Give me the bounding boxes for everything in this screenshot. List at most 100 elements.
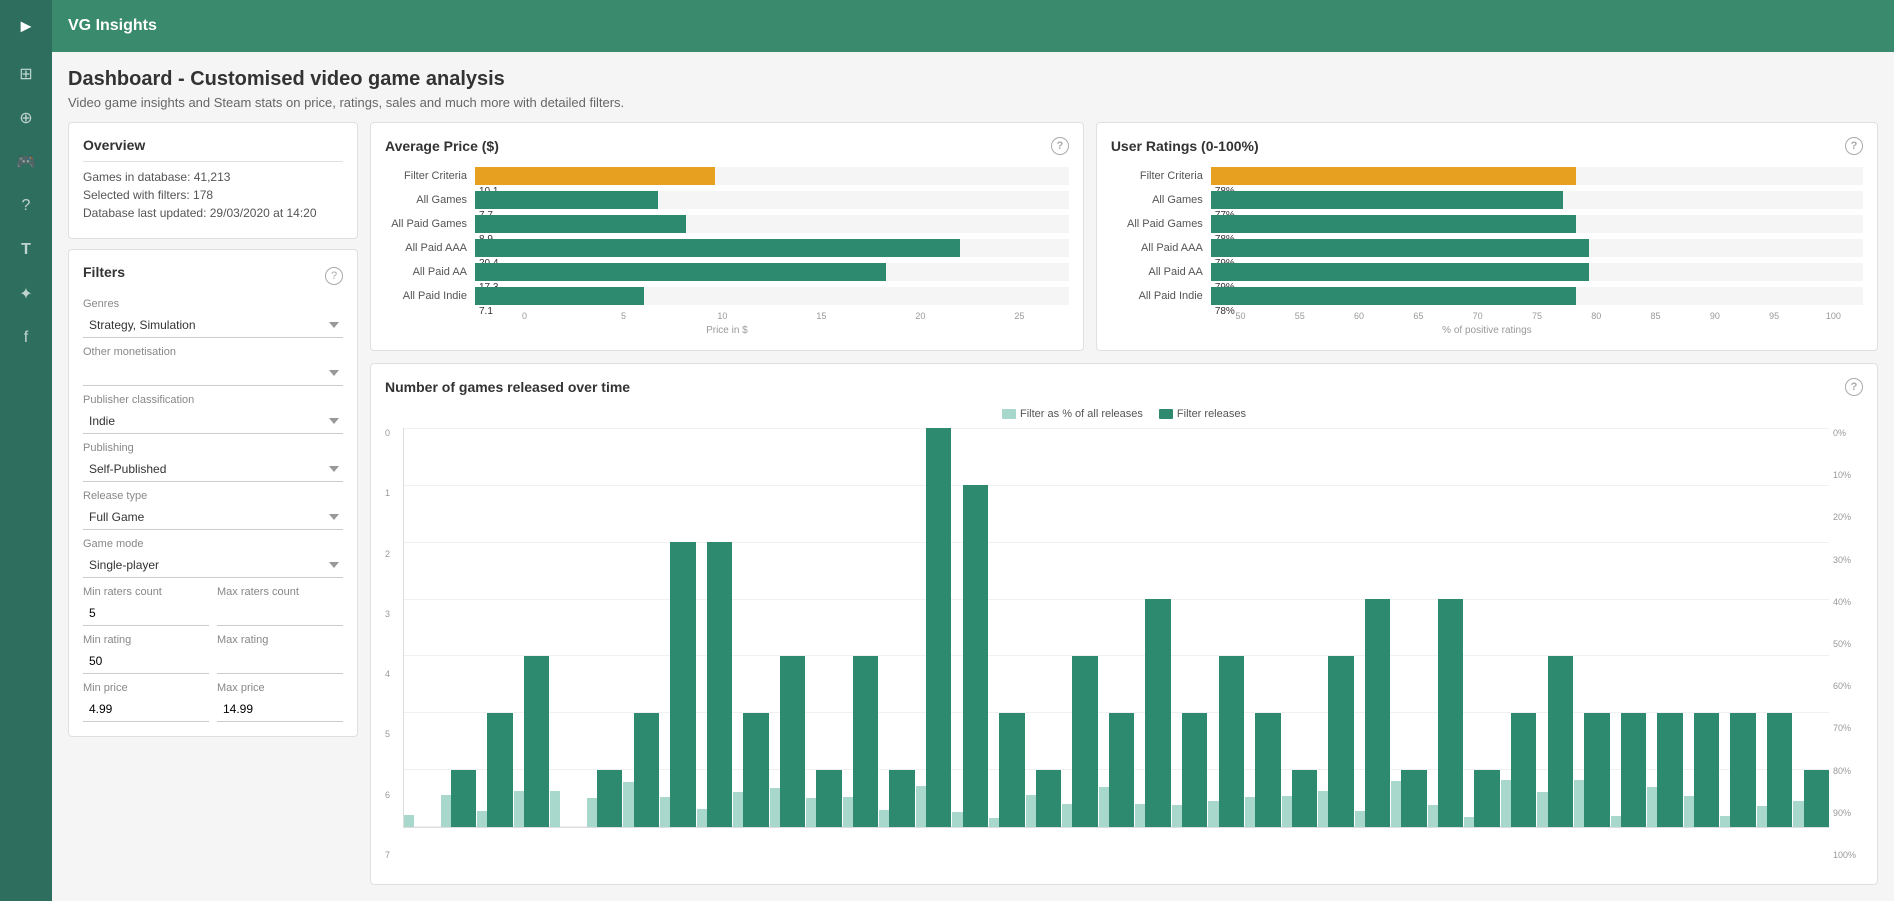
time-bar-group [1391,428,1427,827]
bar-label: All Paid Indie [385,290,475,302]
sidebar-icon-discord[interactable]: ✦ [0,272,52,316]
time-bar-group [1611,428,1647,827]
y-axis-right: 100%90%80%70%60%50%40%30%20%10%0% [1829,428,1863,860]
content-area: Dashboard - Customised video game analys… [52,52,1894,901]
max-raters-input[interactable] [217,601,343,626]
time-bar-dark [1292,770,1317,827]
bar-container: 78% [1211,287,1863,305]
time-chart-help-icon[interactable]: ? [1845,378,1863,396]
max-raters-label: Max raters count [217,586,343,598]
user-ratings-title: User Ratings (0-100%) [1111,138,1259,154]
min-price-label: Min price [83,682,209,694]
avg-price-help-icon[interactable]: ? [1051,137,1069,155]
time-bar-light [660,797,670,827]
min-raters-label: Min raters count [83,586,209,598]
y-right-label: 90% [1833,808,1863,818]
bar-container: 78% [1211,167,1863,185]
y-right-label: 30% [1833,555,1863,565]
game-mode-label: Game mode [83,538,343,550]
max-rating-input[interactable] [217,649,343,674]
bar-fill [1211,167,1576,185]
bar-container: 78% [1211,215,1863,233]
monetisation-select[interactable] [83,361,343,386]
app-title: VG Insights [68,17,157,35]
dashboard-row: Overview Games in database: 41,213 Selec… [68,122,1878,885]
sidebar-icon-games[interactable]: ⊕ [0,96,52,140]
y-right-label: 100% [1833,850,1863,860]
y-right-label: 40% [1833,597,1863,607]
time-bar-group [1428,428,1464,827]
time-bar-dark [889,770,914,827]
time-bar-light [1611,816,1621,827]
filters-help-icon[interactable]: ? [325,267,343,285]
time-bar-dark [1657,713,1682,827]
bars-container [404,428,1829,827]
time-bar-dark [634,713,659,827]
sidebar-icon-facebook[interactable]: f [0,316,52,360]
release-select[interactable]: Full Game [83,505,343,530]
time-bar-dark [1621,713,1646,827]
bar-row: All Paid Indie7.1 [385,287,1069,305]
legend-filter-releases: Filter releases [1159,408,1246,420]
time-chart-title: Number of games released over time [385,379,630,395]
sidebar-icon-controller[interactable]: 🎮 [0,140,52,184]
time-bar-light [1501,780,1511,827]
min-raters-input[interactable] [83,601,209,626]
y-left-label: 7 [385,850,399,860]
game-mode-select[interactable]: Single-player [83,553,343,578]
bar-label: Filter Criteria [1111,170,1211,182]
max-price-input[interactable] [217,697,343,722]
bar-label: All Paid Games [1111,218,1211,230]
y-right-label: 70% [1833,723,1863,733]
price-row: Min price Max price [83,674,343,722]
time-bar-dark [1036,770,1061,827]
bar-fill [475,239,960,257]
time-bar-group [587,428,623,827]
avg-price-card: Average Price ($) ? Filter Criteria10.1 A… [370,122,1084,351]
time-bar-dark [1730,713,1755,827]
bar-row: All Paid AA79% [1111,263,1863,281]
time-chart-content: Filter as % of all releases Filter relea… [385,408,1863,860]
time-bar-light [952,812,962,827]
time-bar-dark [780,656,805,827]
left-panel: Overview Games in database: 41,213 Selec… [68,122,358,885]
time-bar-light [550,791,560,827]
bar-label: All Games [1111,194,1211,206]
time-bar-dark [1365,599,1390,827]
filters-card: Filters ? Genres Strategy, Simulation Ot… [68,249,358,737]
bar-row: Filter Criteria78% [1111,167,1863,185]
publisher-select[interactable]: Indie [83,409,343,434]
avg-price-title: Average Price ($) [385,138,499,154]
publishing-select[interactable]: Self-Published [83,457,343,482]
min-rating-input[interactable] [83,649,209,674]
chart-area [403,428,1829,828]
x-label: Mar 20 [1792,830,1829,851]
y-left-label: 1 [385,488,399,498]
time-bar-group [1135,428,1171,827]
user-ratings-help-icon[interactable]: ? [1845,137,1863,155]
publisher-label: Publisher classification [83,394,343,406]
bar-row: Filter Criteria10.1 [385,167,1069,185]
bar-container: 79% [1211,263,1863,281]
time-bar-dark [1548,656,1573,827]
bar-fill [475,167,715,185]
sidebar-icon-help[interactable]: ? [0,184,52,228]
legend-filter-pct-box [1002,409,1016,419]
y-right-label: 10% [1833,470,1863,480]
time-bar-group [1757,428,1793,827]
genres-select[interactable]: Strategy, Simulation [83,313,343,338]
time-bar-light [1099,787,1109,827]
legend-filter-pct-label: Filter as % of all releases [1020,408,1143,420]
time-bar-light [733,792,743,827]
sidebar-toggle[interactable]: ► [0,0,52,52]
release-label: Release type [83,490,343,502]
sidebar-icon-dashboard[interactable]: ⊞ [0,52,52,96]
time-bar-dark [1401,770,1426,827]
time-bar-dark [853,656,878,827]
sidebar-icon-twitter[interactable]: T [0,228,52,272]
time-bar-group [1720,428,1756,827]
time-bar-light [806,798,816,827]
time-bar-dark [1511,713,1536,827]
time-bar-light [514,791,524,827]
min-price-input[interactable] [83,697,209,722]
